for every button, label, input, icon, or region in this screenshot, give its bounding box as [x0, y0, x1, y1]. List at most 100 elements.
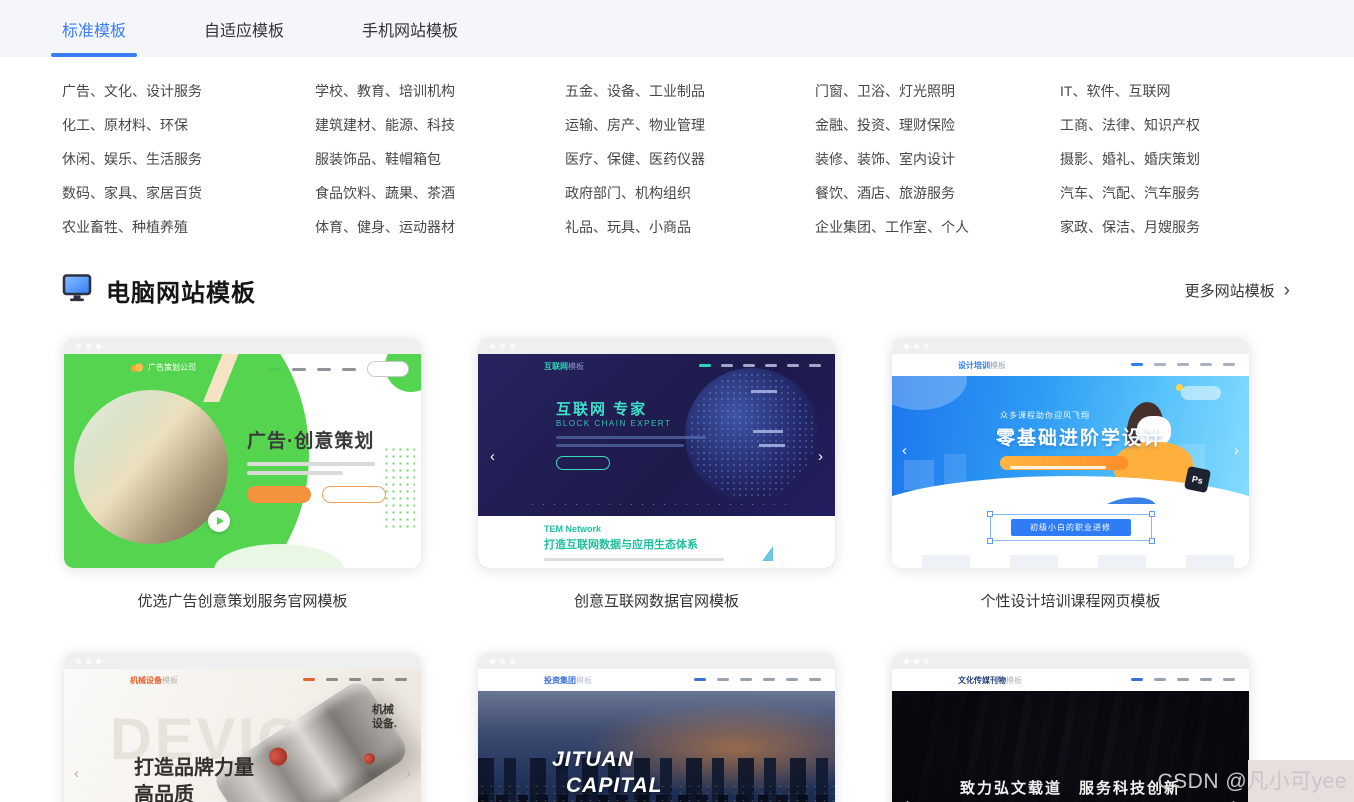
category-link[interactable]: 建筑建材、能源、科技	[315, 115, 565, 136]
nav-item-bar	[1154, 678, 1166, 681]
pc-template-section-header: 电脑网站模板 更多网站模板 ›	[62, 274, 1290, 306]
cta-button-filled	[247, 486, 311, 503]
browser-chrome-bar	[478, 653, 835, 669]
category-link[interactable]: 农业畜牲、种植养殖	[62, 217, 315, 238]
globe-label-bar	[759, 444, 785, 447]
nav-item-bar	[786, 678, 798, 681]
category-link[interactable]: 体育、健身、运动器材	[315, 217, 565, 238]
carousel-prev-icon[interactable]: ‹	[902, 442, 907, 459]
category-link[interactable]: 工商、法律、知识产权	[1060, 115, 1284, 136]
tab-mobile-template[interactable]: 手机网站模板	[362, 0, 458, 57]
nav-item-bar	[267, 368, 281, 371]
nav-item-bar	[694, 678, 706, 681]
category-link[interactable]: 摄影、婚礼、婚庆策划	[1060, 149, 1284, 170]
category-link[interactable]: 医疗、保健、医药仪器	[565, 149, 815, 170]
nav-item-bar	[721, 364, 733, 367]
category-link[interactable]: 金融、投资、理财保险	[815, 115, 1060, 136]
site-logo-suffix: 模板	[568, 362, 584, 371]
nav-item-bar	[317, 368, 331, 371]
carousel-next-icon[interactable]: ›	[818, 448, 823, 465]
category-link[interactable]: 门窗、卫浴、灯光照明	[815, 81, 1060, 102]
template-card-machinery[interactable]: 机械设备模板 DEVICE 打造品牌力量 高品质 打造高标准品质 拥有资深专业技…	[64, 653, 421, 802]
selection-handle	[1149, 538, 1155, 544]
site-subheadline: BLOCK CHAIN EXPERT	[556, 419, 671, 428]
carousel-prev-icon[interactable]: ‹	[74, 765, 79, 782]
csdn-watermark: CSDN @凡小可yee	[1157, 765, 1347, 795]
category-link[interactable]: 五金、设备、工业制品	[565, 81, 815, 102]
category-link[interactable]: 运输、房产、物业管理	[565, 115, 815, 136]
carousel-prev-icon[interactable]: ‹	[904, 795, 909, 802]
template-caption[interactable]: 个性设计培训课程网页模板	[892, 590, 1249, 608]
category-link[interactable]: 礼品、玩具、小商品	[565, 217, 815, 238]
category-link[interactable]: 企业集团、工作室、个人	[815, 217, 1060, 238]
category-link[interactable]: 数码、家具、家居百货	[62, 183, 315, 204]
template-caption[interactable]: 优选广告创意策划服务官网模板	[64, 590, 421, 608]
category-link[interactable]: 家政、保洁、月嫂服务	[1060, 217, 1284, 238]
window-dot-icon	[86, 659, 91, 664]
category-link[interactable]: 广告、文化、设计服务	[62, 81, 315, 102]
more-templates-link[interactable]: 更多网站模板 ›	[1185, 280, 1290, 301]
template-type-tabbar: 标准模板 自适应模板 手机网站模板	[0, 0, 1354, 57]
feature-block-placeholder	[1186, 555, 1234, 568]
dot-pattern	[383, 446, 415, 532]
site-nav-placeholder	[1131, 678, 1235, 681]
category-link[interactable]: 汽车、汽配、汽车服务	[1060, 183, 1284, 204]
category-link[interactable]: 装修、装饰、室内设计	[815, 149, 1060, 170]
category-link[interactable]: 服装饰品、鞋帽箱包	[315, 149, 565, 170]
nav-item-bar	[717, 678, 729, 681]
category-link[interactable]: IT、软件、互联网	[1060, 81, 1284, 102]
site-nav-placeholder	[699, 364, 821, 367]
site-logo-suffix: 模板	[576, 676, 592, 685]
carousel-next-icon[interactable]: ›	[1232, 795, 1237, 802]
template-caption[interactable]: 创意互联网数据官网模板	[478, 590, 835, 608]
category-link[interactable]: 化工、原材料、环保	[62, 115, 315, 136]
site-headline: JITUAN CAPITAL	[552, 747, 662, 799]
site-logo: 设计培训模板	[958, 360, 1006, 371]
window-dot-icon	[96, 344, 101, 349]
headline-line: JITUAN	[552, 748, 634, 771]
category-link[interactable]: 休闲、娱乐、生活服务	[62, 149, 315, 170]
site-nav-placeholder	[267, 361, 409, 377]
category-link[interactable]: 餐饮、酒店、旅游服务	[815, 183, 1060, 204]
tab-adaptive-template[interactable]: 自适应模板	[204, 0, 284, 57]
category-link[interactable]: 政府部门、机构组织	[565, 183, 815, 204]
site-tagline: 众多课程助你迎风飞翔	[1000, 410, 1090, 421]
browser-chrome-bar	[64, 338, 421, 354]
nav-item-bar	[292, 368, 306, 371]
site-logo-suffix: 模板	[990, 361, 1006, 370]
browser-chrome-bar	[892, 653, 1249, 669]
site-logo: 投资集团模板	[544, 675, 592, 686]
category-link[interactable]: 学校、教育、培训机构	[315, 81, 565, 102]
carousel-next-icon[interactable]: ›	[406, 765, 411, 782]
ps-app-badge: Ps	[1184, 466, 1211, 493]
carousel-next-icon[interactable]: ›	[1234, 442, 1239, 459]
footer-title: TEM Network	[544, 524, 601, 534]
template-card-ad-agency[interactable]: 广告策划公司 广告·创意策划	[64, 338, 421, 568]
site-footer-strip: TEM Network 打造互联网数据与应用生态体系	[478, 516, 835, 568]
template-card-internet[interactable]: 互联网模板 互联网 专家 BLOCK CHAIN EXPERT	[478, 338, 835, 568]
template-card-design-training[interactable]: 设计培训模板 众多课程助你迎风飞翔 零基	[892, 338, 1249, 568]
category-link[interactable]: 食品饮料、蔬果、茶酒	[315, 183, 565, 204]
dotted-globe-graphic	[685, 368, 819, 502]
tab-standard-template[interactable]: 标准模板	[62, 0, 126, 57]
template-card-investment[interactable]: 投资集团模板 JITUAN CAPITAL	[478, 653, 835, 802]
site-logo-text: 广告策划公司	[148, 362, 196, 373]
site-logo-text: 互联网	[544, 362, 568, 371]
headline-line: 打造品牌力量	[134, 755, 254, 782]
text-line-placeholder	[544, 558, 724, 561]
monitor-icon	[62, 273, 92, 307]
site-headline: 广告·创意策划	[247, 426, 374, 453]
carousel-prev-icon[interactable]: ‹	[490, 448, 495, 465]
chevron-right-icon: ›	[1284, 281, 1290, 300]
nav-item-bar	[809, 364, 821, 367]
window-dot-icon	[924, 344, 929, 349]
nav-item-bar	[743, 364, 755, 367]
nav-item-bar	[349, 678, 361, 681]
site-logo-suffix: 模板	[162, 676, 178, 685]
nav-item-bar	[765, 364, 777, 367]
window-dot-icon	[76, 659, 81, 664]
text-line-placeholder	[247, 471, 343, 475]
nav-item-bar	[809, 678, 821, 681]
site-logo-suffix: 模板	[1006, 676, 1022, 685]
site-logo-text: 文化传媒刊物	[958, 676, 1006, 685]
